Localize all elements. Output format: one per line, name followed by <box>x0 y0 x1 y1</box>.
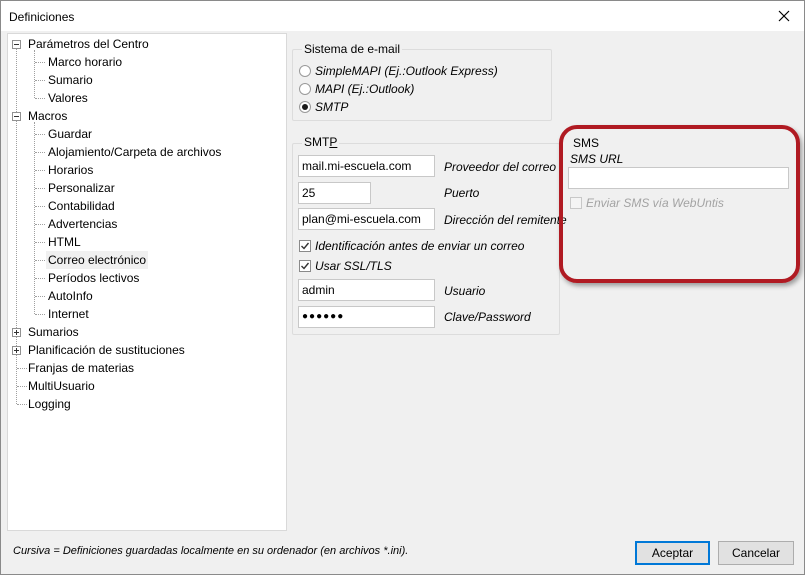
cancel-button[interactable]: Cancelar <box>718 541 794 565</box>
tree-item-guardar[interactable]: Guardar <box>48 125 92 143</box>
send-sms-checkbox[interactable]: Enviar SMS vía WebUntis <box>570 195 724 211</box>
user-label: Usuario <box>444 284 486 298</box>
tree-item-autoinfo[interactable]: AutoInfo <box>48 287 93 305</box>
tree-item-correo-electronico[interactable]: Correo electrónico <box>46 251 149 269</box>
tree-item-marco-horario[interactable]: Marco horario <box>48 53 122 71</box>
provider-label: Proveedor del correo <box>444 160 557 174</box>
auth-checkbox[interactable]: Identificación antes de enviar un correo <box>299 238 524 254</box>
accept-button[interactable]: Aceptar <box>635 541 710 565</box>
smtp-legend: SMTP <box>302 135 340 149</box>
collapse-icon[interactable] <box>12 112 21 121</box>
sms-legend: SMS <box>573 136 600 150</box>
checkmark-icon <box>301 242 310 250</box>
collapse-icon[interactable] <box>12 40 21 49</box>
settings-tree[interactable]: Parámetros del Centro Marco horario Suma… <box>7 33 287 531</box>
port-input[interactable]: 25 <box>298 182 371 204</box>
close-button[interactable] <box>764 1 804 31</box>
tree-item-multiusuario[interactable]: MultiUsuario <box>28 377 95 395</box>
checkbox[interactable] <box>570 197 582 209</box>
definitions-dialog: Definiciones Parámetros del Centro Marco… <box>0 0 805 575</box>
sender-input[interactable]: plan@mi-escuela.com <box>298 208 435 230</box>
email-system-legend: Sistema de e-mail <box>302 42 403 56</box>
user-input[interactable]: admin <box>298 279 435 301</box>
tree-item-contabilidad[interactable]: Contabilidad <box>48 197 115 215</box>
tree-item-alojamiento[interactable]: Alojamiento/Carpeta de archivos <box>48 143 221 161</box>
radio-smtp[interactable]: SMTP <box>299 99 348 115</box>
sms-url-label: SMS URL <box>570 152 624 166</box>
tree-connector <box>34 50 35 98</box>
port-label: Puerto <box>444 186 480 200</box>
sms-url-input[interactable] <box>568 167 789 189</box>
checkbox[interactable] <box>299 260 311 272</box>
checkmark-icon <box>301 262 310 270</box>
expand-icon[interactable] <box>12 346 21 355</box>
radio-simplemapi[interactable]: SimpleMAPI (Ej.:Outlook Express) <box>299 63 498 79</box>
title-bar: Definiciones <box>1 1 804 31</box>
radio-button-selected[interactable] <box>299 101 311 113</box>
password-label: Clave/Password <box>444 310 531 324</box>
ssl-checkbox[interactable]: Usar SSL/TLS <box>299 258 392 274</box>
close-icon <box>778 10 790 22</box>
footer-note: Cursiva = Definiciones guardadas localme… <box>13 545 409 557</box>
password-input[interactable]: ●●●●●● <box>298 306 435 328</box>
tree-item-advertencias[interactable]: Advertencias <box>48 215 117 233</box>
sender-label: Dirección del remitente <box>444 213 567 227</box>
radio-button[interactable] <box>299 83 311 95</box>
tree-item-personalizar[interactable]: Personalizar <box>48 179 115 197</box>
window-title: Definiciones <box>9 10 75 24</box>
tree-connector <box>34 122 35 314</box>
radio-mapi[interactable]: MAPI (Ej.:Outlook) <box>299 81 414 97</box>
tree-item-periodos-lectivos[interactable]: Períodos lectivos <box>48 269 139 287</box>
tree-item-internet[interactable]: Internet <box>48 305 89 323</box>
provider-input[interactable]: mail.mi-escuela.com <box>298 155 435 177</box>
tree-item-horarios[interactable]: Horarios <box>48 161 93 179</box>
tree-item-sumario[interactable]: Sumario <box>48 71 93 89</box>
checkbox[interactable] <box>299 240 311 252</box>
radio-button[interactable] <box>299 65 311 77</box>
tree-item-html[interactable]: HTML <box>48 233 81 251</box>
tree-item-franjas[interactable]: Franjas de materias <box>28 359 134 377</box>
expand-icon[interactable] <box>12 328 21 337</box>
tree-item-logging[interactable]: Logging <box>28 395 71 413</box>
tree-item-valores[interactable]: Valores <box>48 89 88 107</box>
